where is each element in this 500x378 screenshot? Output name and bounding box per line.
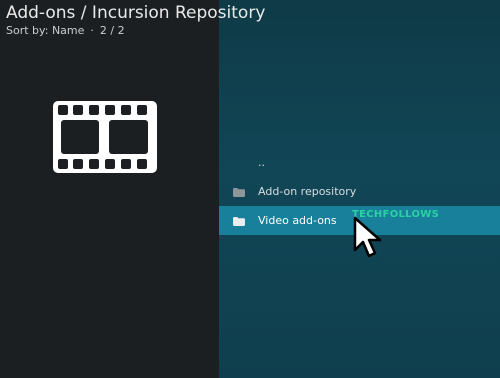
folder-icon (233, 216, 245, 226)
info-panel (0, 0, 219, 378)
list-item-label: .. (258, 156, 265, 169)
sort-info: Sort by: Name · 2 / 2 (6, 24, 265, 37)
mouse-pointer-icon (352, 216, 384, 264)
header: Add-ons / Incursion Repository Sort by: … (6, 2, 265, 37)
list-item-parent[interactable]: .. (219, 148, 500, 177)
sort-label[interactable]: Sort by: Name (6, 24, 84, 37)
list-item-label: Video add-ons (258, 214, 337, 227)
separator: · (90, 24, 94, 37)
kodi-window: Add-ons / Incursion Repository Sort by: … (0, 0, 500, 378)
folder-icon (233, 187, 245, 197)
list-item-label: Add-on repository (258, 185, 357, 198)
film-strip-icon (53, 101, 157, 173)
page-indicator: 2 / 2 (99, 24, 125, 37)
page-title: Add-ons / Incursion Repository (6, 3, 266, 23)
list-item-addon-repository[interactable]: Add-on repository (219, 177, 500, 206)
